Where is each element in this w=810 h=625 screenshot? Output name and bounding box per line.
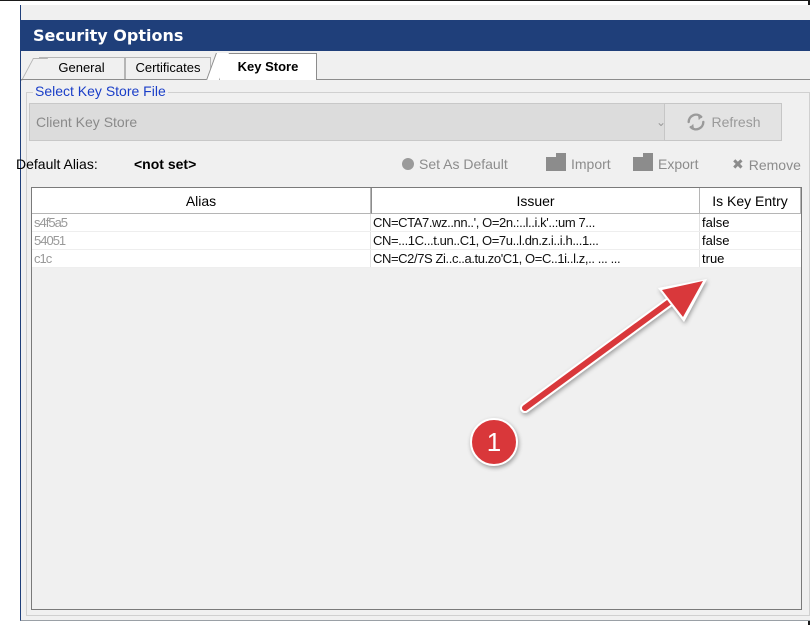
column-header-alias[interactable]: Alias bbox=[32, 188, 371, 214]
row-divider bbox=[32, 267, 801, 268]
set-as-default-label: Set As Default bbox=[419, 156, 508, 172]
remove-label: Remove bbox=[748, 156, 801, 173]
tab-body-border bbox=[21, 79, 810, 80]
cell-alias: c1c bbox=[32, 250, 371, 268]
column-header-is-key-entry[interactable]: Is Key Entry bbox=[700, 188, 801, 214]
annotation-badge: 1 bbox=[470, 418, 518, 466]
refresh-label: Refresh bbox=[711, 114, 761, 130]
key-store-combo-value: Client Key Store bbox=[36, 114, 138, 130]
key-store-table[interactable]: Alias Issuer Is Key Entry s4f5a5 CN=CTA7… bbox=[31, 187, 802, 610]
window-title: Security Options bbox=[21, 20, 810, 51]
alias-toolbar: Default Alias: <not set> Set As Default … bbox=[13, 152, 801, 176]
cell-issuer: CN=...1C...t.un..C1, O=7u..l.dn.z.i..i.h… bbox=[371, 232, 700, 250]
export-button[interactable]: Export bbox=[633, 153, 699, 172]
cell-alias: 54051 bbox=[32, 232, 371, 250]
remove-button[interactable]: ✖ Remove bbox=[732, 156, 801, 173]
close-icon: ✖ bbox=[732, 156, 744, 172]
export-icon bbox=[633, 153, 653, 171]
tab-general[interactable]: General bbox=[39, 57, 125, 79]
cell-is-key-entry: false bbox=[702, 215, 730, 230]
set-default-icon bbox=[402, 158, 414, 170]
cell-is-key-entry: false bbox=[702, 233, 730, 248]
table-row[interactable]: c1c CN=C2/7S Zi..c..a.tu.zo'C1, O=C..1i.… bbox=[32, 250, 801, 268]
default-alias-label: Default Alias: bbox=[16, 156, 98, 172]
cell-issuer: CN=CTA7.wz..nn..', O=2n.:..l..i.k'..:um … bbox=[371, 214, 700, 232]
table-row[interactable]: 54051 CN=...1C...t.un..C1, O=7u..l.dn.z.… bbox=[32, 232, 801, 250]
tab-key-store[interactable]: Key Store bbox=[219, 53, 317, 80]
key-store-combo[interactable]: Client Key Store ⌄ bbox=[29, 103, 677, 141]
import-icon bbox=[546, 153, 566, 171]
cell-is-key-entry: true bbox=[702, 251, 725, 266]
table-header: Alias Issuer Is Key Entry bbox=[32, 188, 801, 214]
refresh-button[interactable]: Refresh bbox=[664, 103, 782, 141]
cell-issuer: CN=C2/7S Zi..c..a.tu.zo'C1, O=C..1i..l.z… bbox=[371, 250, 700, 268]
key-store-group-legend: Select Key Store File bbox=[33, 83, 168, 99]
tab-certificates[interactable]: Certificates bbox=[125, 57, 211, 79]
column-header-issuer[interactable]: Issuer bbox=[371, 188, 700, 214]
import-button[interactable]: Import bbox=[546, 153, 611, 172]
import-label: Import bbox=[571, 156, 611, 172]
cell-alias: s4f5a5 bbox=[32, 214, 371, 232]
default-alias-value: <not set> bbox=[134, 156, 197, 172]
set-as-default-button[interactable]: Set As Default bbox=[402, 156, 508, 172]
tab-strip: General Certificates Key Store bbox=[21, 51, 810, 80]
export-label: Export bbox=[658, 156, 699, 172]
refresh-icon bbox=[687, 113, 706, 131]
table-row[interactable]: s4f5a5 CN=CTA7.wz..nn..', O=2n.:..l..i.k… bbox=[32, 214, 801, 232]
screen-border-top bbox=[0, 0, 810, 1]
